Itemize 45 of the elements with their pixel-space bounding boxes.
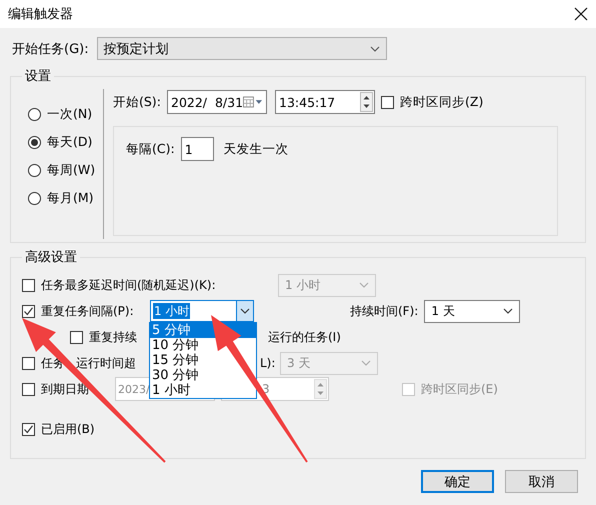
duration-dropdown[interactable]: 1 天 [424,300,520,322]
chevron-icon [370,46,380,52]
time-field[interactable]: 13:45:17 [275,90,375,114]
checkbox[interactable] [22,422,35,436]
start-task-dropdown[interactable]: 按预定计划 [96,37,387,60]
window-title: 编辑触发器 [8,6,73,23]
checkbox-label[interactable]: 重复持续 [89,328,144,346]
dropdown-option[interactable]: 15 分钟 [150,353,256,368]
checkbox-label[interactable]: 已启用(B) [41,420,95,438]
chevron-icon [240,308,250,314]
ok-button[interactable]: 确定 [421,470,494,493]
checkbox[interactable] [381,96,394,108]
cancel-button[interactable]: 取消 [505,470,578,493]
field-suffix: 天发生一次 [224,140,289,158]
repeat-interval-dropdown[interactable]: 1 小时 [150,300,254,322]
radio-label[interactable]: 一次(N) [47,106,92,123]
field-label: 开始(S): [113,94,161,110]
calendar-icon [243,96,263,108]
radio-label[interactable]: 每月(M) [47,190,94,207]
field-label: 每隔(C): [126,140,175,158]
checkbox[interactable] [22,304,35,318]
interval-field[interactable]: 1 [180,137,214,161]
checkbox-label[interactable]: 运行的任务(I) [268,328,341,346]
radio-label[interactable]: 每周(W) [47,162,96,179]
group-title: 高级设置 [24,249,78,266]
dropdown-option[interactable]: 10 分钟 [150,338,256,353]
chevron-icon [359,282,369,288]
field-label: L): [260,356,274,370]
chevron-icon [503,308,514,314]
radio-label[interactable]: 每天(D) [47,134,92,151]
checkbox-label[interactable]: 跨时区同步(Z) [400,94,484,110]
group-title: 设置 [24,68,52,85]
radio-button[interactable] [28,108,41,121]
radio-button[interactable] [28,164,41,177]
chevron-icon [361,360,371,366]
field-label: 开始任务(G): [12,40,89,58]
spinner-icon[interactable] [360,92,373,112]
close-icon[interactable] [574,7,588,21]
date-field[interactable]: 2022/ 8/31 [167,90,267,114]
field-label: 持续时间(F): [350,302,418,320]
checkbox[interactable] [22,382,35,396]
checkbox[interactable] [70,330,83,344]
checkbox-label[interactable]: 重复任务间隔(P): [41,302,144,320]
radio-button[interactable] [28,192,41,205]
radio-button[interactable] [28,136,41,149]
